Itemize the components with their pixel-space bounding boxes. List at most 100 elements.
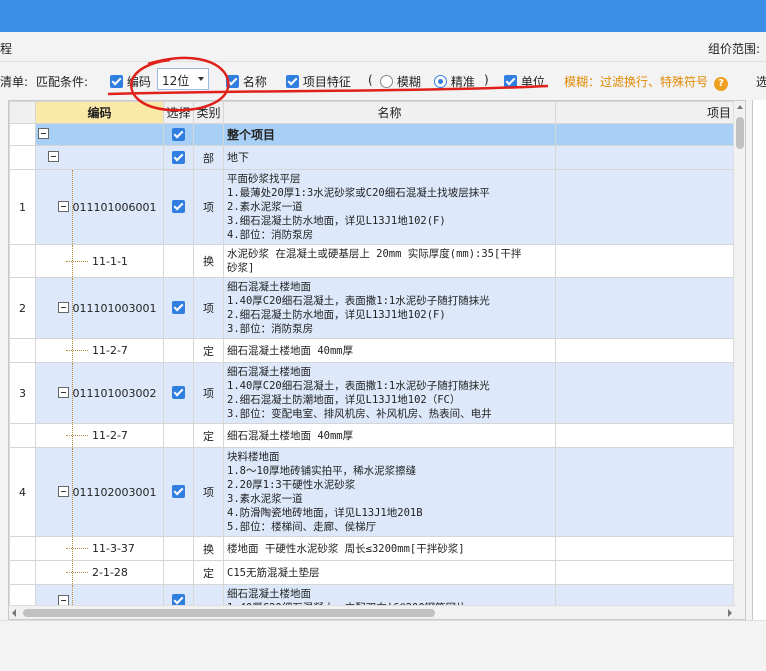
name-line: 细石混凝土楼地面 [227,588,311,600]
collapse-icon[interactable] [48,151,59,162]
name-checkbox[interactable] [226,75,239,88]
name-line: 楼地面 干硬性水泥砂浆 周长≤3200mm[干拌砂浆] [227,542,465,555]
name-line: 细石混凝土楼地面 [227,281,311,293]
row-code: 11-1-1 [35,244,164,278]
row-select[interactable] [163,362,194,424]
table-row-section[interactable]: 部 地下 [9,145,736,170]
header-project[interactable]: 项目 [555,101,736,124]
table-row-root[interactable]: 整个项目 [9,123,736,146]
fuzzy-hint: 模糊：过滤换行、特殊符号 [564,75,709,89]
header-select[interactable]: 选择 [163,101,194,124]
row-project [555,338,736,363]
fuzzy-radio[interactable] [380,75,393,88]
row-num: 1 [9,169,36,245]
table-row[interactable]: 11-2-7 定细石混凝土楼地面 40mm厚 [9,423,736,448]
select-checkbox[interactable] [172,485,185,498]
table-row[interactable]: 2 011101003001 项细石混凝土楼地面 1.40厚C20细石混凝土，表面撒… [9,277,736,339]
row-select[interactable] [163,423,194,448]
row-type: 项 [193,169,224,245]
row-select[interactable] [163,169,194,245]
feature-checkbox[interactable] [286,75,299,88]
code-label: 编码 [126,75,151,89]
tree-line [72,278,73,338]
tree-line [72,561,73,584]
scroll-left-icon[interactable] [12,609,16,617]
toolbar-row: 程 组价范围: [0,32,766,62]
vertical-scrollbar[interactable] [733,101,745,619]
window-label: 程 [0,42,13,56]
code-checkbox[interactable] [110,75,123,88]
collapse-icon[interactable] [58,594,69,606]
row-num [9,338,36,363]
select-checkbox[interactable] [172,386,185,399]
fuzzy-radio-group[interactable]: 模糊 [380,73,421,90]
bill-grid: 编码 选择 类别 名称 项目 整个项目 部 地下 1 011101006001 … [9,101,736,618]
select-checkbox[interactable] [172,127,185,141]
row-code [35,145,164,170]
table-row[interactable]: 4 011102003001 项块料楼地面 1.8～10厚地砖铺实拍平，稀水泥浆擦缝… [9,447,736,537]
right-pane [752,100,766,620]
collapse-icon[interactable] [58,485,69,497]
code-text: 11-2-7 [92,344,128,357]
row-num [9,423,36,448]
hscroll-thumb[interactable] [23,609,435,617]
unit-checkbox-group[interactable]: 单位 [504,73,545,90]
help-icon[interactable]: ? [714,73,728,91]
row-select[interactable] [163,277,194,339]
row-select[interactable] [163,123,194,146]
row-select[interactable] [163,447,194,537]
tree-branch [66,572,88,573]
row-select[interactable] [163,536,194,561]
row-code: 011101003001 [35,277,164,339]
table-row[interactable]: 11-2-7 定细石混凝土楼地面 40mm厚 [9,338,736,363]
header-code[interactable]: 编码 [35,101,164,124]
table-row[interactable]: 3 011101003002 项细石混凝土楼地面 1.40厚C20细石混凝土，表面撒… [9,362,736,424]
table-row[interactable]: 11-3-37 换楼地面 干硬性水泥砂浆 周长≤3200mm[干拌砂浆] [9,536,736,561]
code-checkbox-group[interactable]: 编码 [110,73,151,90]
row-select[interactable] [163,560,194,585]
name-line: 砂浆] [227,262,255,274]
scroll-thumb[interactable] [736,117,744,149]
scroll-right-icon[interactable] [728,609,732,617]
name-label: 名称 [242,75,267,89]
row-name: 地下 [223,145,556,170]
name-line: 2.素水泥浆一道 [227,201,303,213]
code-text: 11-1-1 [92,254,128,268]
table-row[interactable]: 1 011101006001 项平面砂浆找平层 1.最薄处20厚1:3水泥砂浆或C2… [9,169,736,245]
row-project [555,447,736,537]
row-code: 011101003002 [35,362,164,424]
table-row[interactable]: 2-1-28 定 C15无筋混凝土垫层 [9,560,736,585]
row-num [9,145,36,170]
name-checkbox-group[interactable]: 名称 [226,73,267,90]
name-line: 4.部位：消防泵房 [227,229,314,241]
collapse-icon[interactable] [58,200,69,212]
select-checkbox[interactable] [172,150,185,164]
table-row[interactable]: 11-1-1 换水泥砂浆 在混凝土或硬基层上 20mm 实际厚度(mm):35[干… [9,244,736,278]
feature-checkbox-group[interactable]: 项目特征 [286,73,351,90]
header-name[interactable]: 名称 [223,101,556,124]
select-checkbox[interactable] [172,200,185,213]
collapse-icon[interactable] [58,386,69,398]
row-type: 部 [193,145,224,170]
horizontal-scrollbar[interactable] [9,605,735,619]
header-type[interactable]: 类别 [193,101,224,124]
name-line: 2.细石混凝土防潮地面，详见L13J1地102（FC） [227,394,461,406]
tree-line [72,424,73,447]
scroll-up-icon[interactable] [737,105,743,109]
name-line: 4.防滑陶瓷地砖地面，详见L13J1地201B [227,507,423,519]
tree-line [72,339,73,362]
code-digits-select[interactable]: 12位 [157,68,209,90]
row-select[interactable] [163,145,194,170]
row-num: 3 [9,362,36,424]
collapse-icon[interactable] [38,128,49,139]
code-text: 011101006001 [72,200,157,214]
row-select[interactable] [163,338,194,363]
exact-radio-group[interactable]: 精准 [434,73,475,90]
exact-radio[interactable] [434,75,447,88]
row-select[interactable] [163,244,194,278]
select-checkbox[interactable] [172,301,185,314]
tree-branch [66,260,88,262]
unit-checkbox[interactable] [504,75,517,88]
row-code: 11-3-37 [35,536,164,561]
collapse-icon[interactable] [58,301,69,313]
